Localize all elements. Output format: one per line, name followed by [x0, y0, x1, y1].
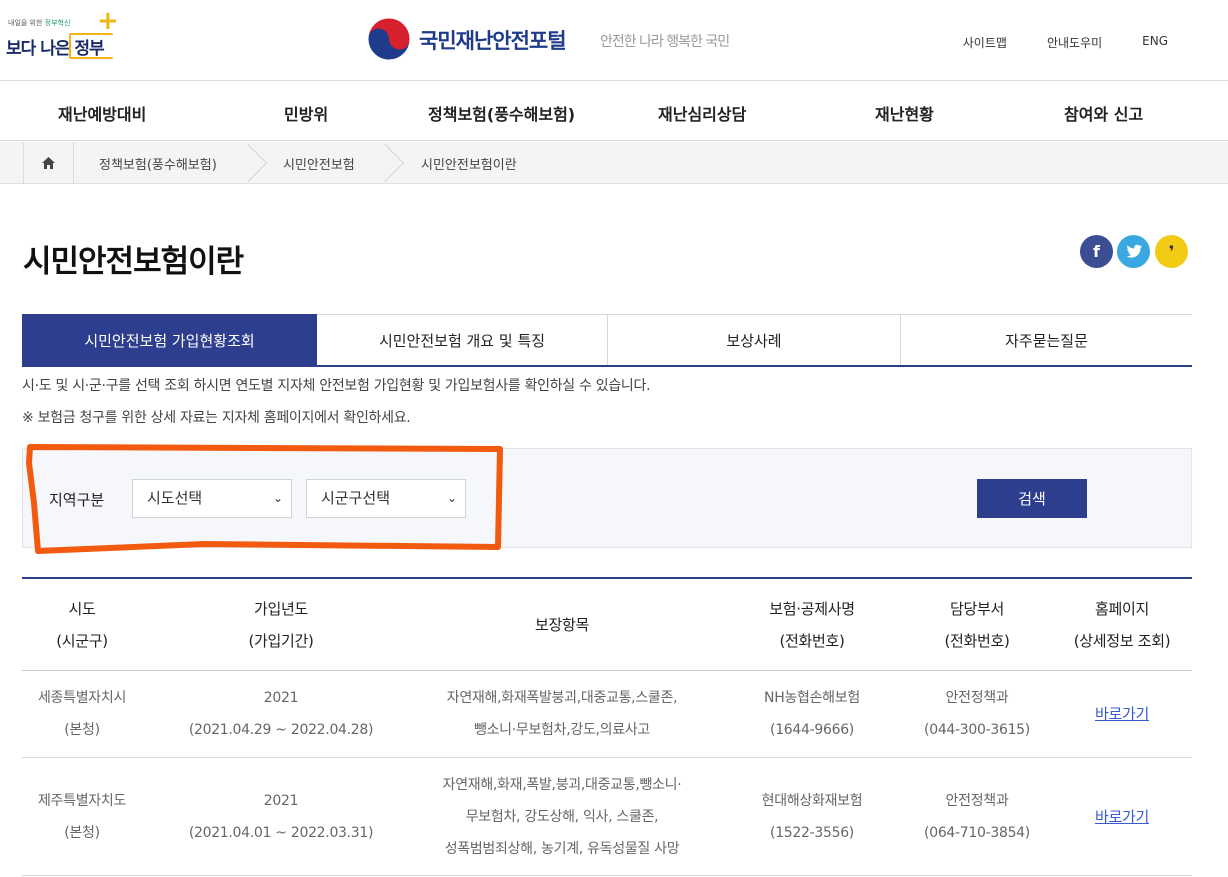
- twitter-share-button[interactable]: [1117, 235, 1150, 268]
- gov-logo-bracket: [69, 33, 113, 59]
- sigungu-select-value: 시군구선택: [321, 489, 391, 507]
- utility-links: 사이트맵 안내도우미 ENG: [963, 34, 1168, 51]
- cell-department: 안전정책과 (064-710-3854): [924, 792, 1030, 841]
- table-row: 세종특별자치시 (본청) 2021 (2021.04.29 ~ 2022.04.28…: [22, 671, 1192, 758]
- cell-region: 제주특별자치도 (본청): [37, 792, 127, 841]
- region-search-form: 지역구분 시도선택 ⌄ 시군구선택 ⌄ 검색: [22, 448, 1192, 548]
- breadcrumb-separator: [228, 143, 268, 183]
- homepage-link[interactable]: 바로가기: [1095, 698, 1149, 730]
- guide-helper-link[interactable]: 안내도우미: [1047, 34, 1102, 51]
- taegeuk-emblem-icon: [367, 17, 411, 61]
- cell-coverage: 자연재해,화재폭발붕괴,대중교통,스쿨존, 뺑소니·무보험차,강도,의료사고: [446, 690, 678, 738]
- kakaostory-icon: ❜: [1168, 242, 1175, 261]
- header-homepage: 홈페이지 (상세정보 조회): [1073, 599, 1171, 650]
- table-header: 시도 (시군구) 가입년도 (가입기간) 보장항목 보험·공제사명 (전화번호) 담당…: [22, 579, 1192, 671]
- portal-name: 국민재난안전포털: [419, 29, 567, 53]
- plus-icon: +: [97, 6, 119, 36]
- nav-civil-defense[interactable]: 민방위: [284, 101, 328, 125]
- breadcrumb-item-policy-insurance[interactable]: 정책보험(풍수해보험): [99, 154, 217, 173]
- sido-select-value: 시도선택: [147, 489, 203, 507]
- tab-overview[interactable]: 시민안전보험 개요 및 특징: [317, 314, 608, 365]
- cell-department: 안전정책과 (044-300-3615): [924, 690, 1030, 738]
- table-row: 제주특별자치도 (본청) 2021 (2021.04.01 ~ 2022.03.31…: [22, 758, 1192, 876]
- search-description: 시·도 및 시·군·구를 선택 조회 하시면 연도별 지자체 안전보험 가입현황…: [22, 378, 651, 394]
- breadcrumb: 정책보험(풍수해보험) 시민안전보험 시민안전보험이란: [0, 142, 1228, 184]
- breadcrumb-separator: [365, 143, 405, 183]
- cell-insurer: NH농협손해보험 (1644-9666): [764, 690, 860, 738]
- gov-innovation-logo[interactable]: 내일을 위한 정부혁신 보다 나은 정부 +: [6, 6, 119, 62]
- tab-compensation-cases[interactable]: 보상사례: [608, 314, 901, 365]
- cell-region: 세종특별자치시 (본청): [37, 690, 127, 738]
- breadcrumb-item-citizen-insurance[interactable]: 시민안전보험: [283, 154, 355, 173]
- nav-disaster-status[interactable]: 재난현황: [875, 101, 934, 125]
- gov-logo-tagline: 내일을 위한 정부혁신: [8, 19, 71, 27]
- header-year: 가입년도 (가입기간): [248, 599, 314, 650]
- cell-insurer: 현대해상화재보험 (1522-3556): [761, 792, 863, 841]
- tab-faq[interactable]: 자주묻는질문: [901, 314, 1192, 365]
- nav-participation-report[interactable]: 참여와 신고: [1064, 101, 1143, 125]
- kakaostory-share-button[interactable]: ❜: [1155, 235, 1188, 268]
- breadcrumb-item-current: 시민안전보험이란: [421, 158, 517, 173]
- search-button[interactable]: 검색: [977, 479, 1087, 518]
- homepage-link[interactable]: 바로가기: [1095, 801, 1149, 833]
- top-header: 내일을 위한 정부혁신 보다 나은 정부 + 국민재난안전포털 안전한 나라 행…: [0, 0, 1228, 81]
- facebook-share-button[interactable]: f: [1080, 235, 1113, 268]
- chevron-down-icon: ⌄: [272, 491, 283, 505]
- cell-homepage: 바로가기: [1062, 758, 1182, 875]
- header-department: 담당부서 (전화번호): [944, 599, 1010, 650]
- header-insurer: 보험·공제사명 (전화번호): [769, 599, 855, 650]
- insurance-result-table: 시도 (시군구) 가입년도 (가입기간) 보장항목 보험·공제사명 (전화번호) 담당…: [22, 577, 1192, 876]
- content-tabs: 시민안전보험 가입현황조회 시민안전보험 개요 및 특징 보상사례 자주묻는질문: [22, 314, 1192, 367]
- tab-enrollment-status[interactable]: 시민안전보험 가입현황조회: [22, 314, 317, 365]
- nav-policy-insurance[interactable]: 정책보험(풍수해보험): [428, 101, 575, 125]
- english-link[interactable]: ENG: [1142, 34, 1168, 51]
- portal-slogan: 안전한 나라 행복한 국민: [600, 34, 730, 50]
- nav-disaster-prevention[interactable]: 재난예방대비: [58, 101, 146, 125]
- cell-year: 2021 (2021.04.29 ~ 2022.04.28): [188, 690, 374, 738]
- sitemap-link[interactable]: 사이트맵: [963, 34, 1007, 51]
- cell-year: 2021 (2021.04.01 ~ 2022.03.31): [188, 792, 374, 841]
- main-navigation: 재난예방대비 민방위 정책보험(풍수해보험) 재난심리상담 재난현황 참여와 신…: [0, 82, 1228, 141]
- home-icon: [42, 157, 55, 169]
- twitter-icon: [1126, 244, 1142, 258]
- sigungu-select[interactable]: 시군구선택 ⌄: [306, 479, 466, 518]
- header-region: 시도 (시군구): [56, 599, 108, 650]
- page-title: 시민안전보험이란: [23, 244, 244, 280]
- chevron-down-icon: ⌄: [446, 491, 457, 505]
- home-button[interactable]: [23, 142, 74, 184]
- sido-select[interactable]: 시도선택 ⌄: [132, 479, 292, 518]
- facebook-icon: f: [1093, 242, 1100, 261]
- cell-coverage: 자연재해,화재,폭발,붕괴,대중교통,뺑소니· 무보험차, 강도상해, 익사, 스…: [442, 776, 682, 857]
- nav-psych-counseling[interactable]: 재난심리상담: [658, 101, 746, 125]
- header-coverage: 보장항목: [534, 615, 589, 634]
- region-label: 지역구분: [49, 491, 105, 509]
- cell-homepage: 바로가기: [1062, 671, 1182, 757]
- claim-notice: ※ 보험금 청구를 위한 상세 자료는 지자체 홈페이지에서 확인하세요.: [22, 410, 411, 426]
